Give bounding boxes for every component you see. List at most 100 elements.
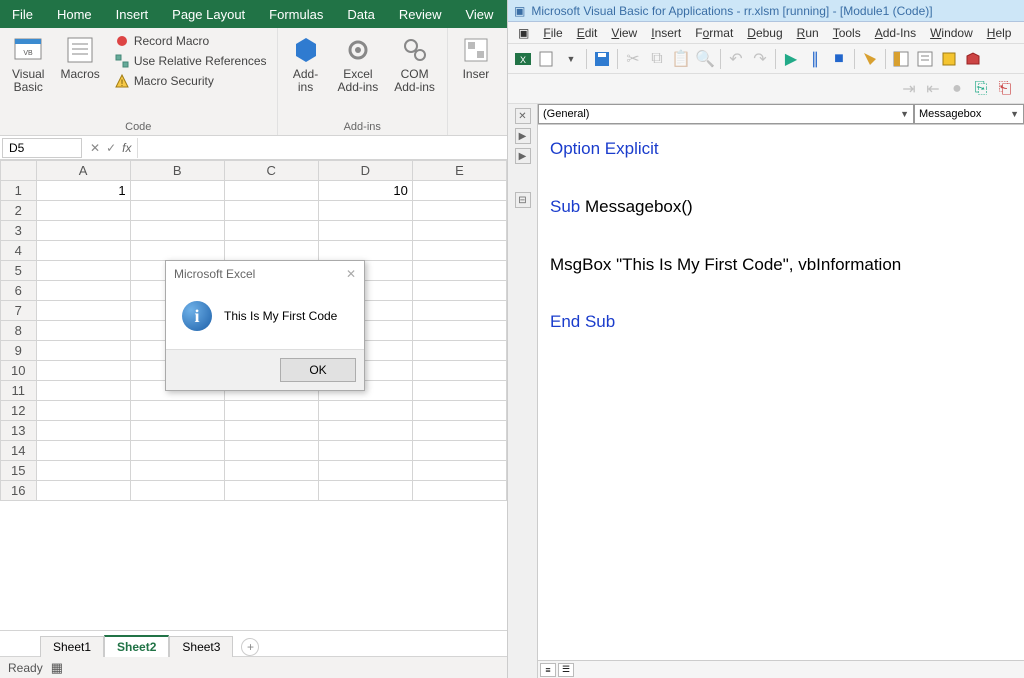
menu-tools[interactable]: Tools — [827, 24, 867, 42]
cell[interactable] — [224, 221, 318, 241]
cell[interactable] — [412, 461, 506, 481]
cell[interactable] — [412, 321, 506, 341]
cell[interactable]: 1 — [36, 181, 130, 201]
cell[interactable] — [36, 361, 130, 381]
comment-icon[interactable]: ⎘ — [970, 78, 992, 100]
cell[interactable] — [130, 241, 224, 261]
menu-insert[interactable]: Insert — [645, 24, 687, 42]
cell[interactable] — [36, 341, 130, 361]
cell[interactable] — [224, 181, 318, 201]
cell[interactable] — [412, 441, 506, 461]
col-header[interactable]: D — [318, 161, 412, 181]
visual-basic-button[interactable]: VB Visual Basic — [8, 32, 48, 96]
cell[interactable] — [318, 221, 412, 241]
cell[interactable] — [412, 361, 506, 381]
menu-run[interactable]: Run — [791, 24, 825, 42]
cell[interactable] — [36, 481, 130, 501]
col-header[interactable]: B — [130, 161, 224, 181]
select-all-corner[interactable] — [1, 161, 37, 181]
break-icon[interactable]: ∥ — [804, 48, 826, 70]
cell[interactable] — [224, 241, 318, 261]
cell[interactable] — [130, 181, 224, 201]
row-header[interactable]: 16 — [1, 481, 37, 501]
object-browser-icon[interactable] — [938, 48, 960, 70]
close-icon[interactable]: ✕ — [346, 267, 356, 281]
add-sheet-button[interactable]: + — [241, 638, 259, 656]
expand-right-icon[interactable]: ▶ — [515, 128, 531, 144]
tab-pagelayout[interactable]: Page Layout — [160, 0, 257, 28]
cell[interactable] — [36, 381, 130, 401]
cell[interactable] — [318, 201, 412, 221]
sheet-tab[interactable]: Sheet2 — [104, 635, 169, 657]
cell[interactable] — [224, 201, 318, 221]
tab-review[interactable]: Review — [387, 0, 454, 28]
cell[interactable] — [130, 421, 224, 441]
cell[interactable] — [36, 221, 130, 241]
expand-down-icon[interactable]: ▶ — [515, 148, 531, 164]
object-dropdown[interactable]: (General) ▼ — [538, 104, 914, 124]
row-header[interactable]: 5 — [1, 261, 37, 281]
cell[interactable] — [412, 221, 506, 241]
menu-addins[interactable]: Add-Ins — [869, 24, 922, 42]
name-box[interactable]: D5 — [2, 138, 82, 158]
row-header[interactable]: 1 — [1, 181, 37, 201]
cell[interactable] — [36, 301, 130, 321]
sheet-tab[interactable]: Sheet3 — [169, 636, 233, 657]
insert-control-button[interactable]: Inser — [456, 32, 496, 83]
cell[interactable] — [412, 181, 506, 201]
com-addins-button[interactable]: COM Add-ins — [390, 32, 439, 96]
cell[interactable] — [412, 241, 506, 261]
cell[interactable] — [224, 441, 318, 461]
design-mode-icon[interactable] — [859, 48, 881, 70]
cell[interactable]: 10 — [318, 181, 412, 201]
cell[interactable] — [412, 481, 506, 501]
cell[interactable] — [224, 401, 318, 421]
row-header[interactable]: 13 — [1, 421, 37, 441]
row-header[interactable]: 12 — [1, 401, 37, 421]
fx-icon[interactable]: fx — [122, 141, 131, 155]
procedure-view-icon[interactable]: ≡ — [540, 663, 556, 677]
cell[interactable] — [130, 481, 224, 501]
cell[interactable] — [318, 421, 412, 441]
cell[interactable] — [224, 421, 318, 441]
menu-view[interactable]: View — [605, 24, 643, 42]
project-explorer-icon[interactable] — [890, 48, 912, 70]
menu-help[interactable]: Help — [981, 24, 1018, 42]
menu-debug[interactable]: Debug — [741, 24, 788, 42]
tab-insert[interactable]: Insert — [104, 0, 161, 28]
cell[interactable] — [36, 421, 130, 441]
row-header[interactable]: 15 — [1, 461, 37, 481]
cell[interactable] — [412, 201, 506, 221]
menu-window[interactable]: Window — [924, 24, 979, 42]
row-header[interactable]: 4 — [1, 241, 37, 261]
tab-file[interactable]: File — [0, 0, 45, 28]
cell[interactable] — [412, 401, 506, 421]
toolbox-icon[interactable] — [962, 48, 984, 70]
cancel-icon[interactable]: ✕ — [90, 141, 100, 155]
insert-module-icon[interactable] — [536, 48, 558, 70]
cell[interactable] — [36, 441, 130, 461]
macro-record-icon[interactable]: ▦ — [51, 660, 63, 676]
cell[interactable] — [130, 401, 224, 421]
reset-icon[interactable]: ■ — [828, 48, 850, 70]
cell[interactable] — [412, 281, 506, 301]
macros-button[interactable]: Macros — [56, 32, 103, 83]
cell[interactable] — [36, 281, 130, 301]
cell[interactable] — [224, 481, 318, 501]
addins-button[interactable]: Add- ins — [286, 32, 326, 96]
row-header[interactable]: 6 — [1, 281, 37, 301]
menu-format[interactable]: Format — [689, 24, 739, 42]
collapse-icon[interactable]: ⊟ — [515, 192, 531, 208]
cell[interactable] — [318, 241, 412, 261]
row-header[interactable]: 11 — [1, 381, 37, 401]
cell[interactable] — [130, 461, 224, 481]
close-pane-icon[interactable]: ✕ — [515, 108, 531, 124]
col-header[interactable]: A — [36, 161, 130, 181]
cell[interactable] — [412, 261, 506, 281]
formula-input[interactable] — [137, 138, 507, 158]
tab-home[interactable]: Home — [45, 0, 104, 28]
code-editor[interactable]: Option Explicit Sub Messagebox() MsgBox … — [538, 125, 1024, 660]
uncomment-icon[interactable]: ⎗ — [994, 78, 1016, 100]
row-header[interactable]: 14 — [1, 441, 37, 461]
sheet-tab[interactable]: Sheet1 — [40, 636, 104, 657]
